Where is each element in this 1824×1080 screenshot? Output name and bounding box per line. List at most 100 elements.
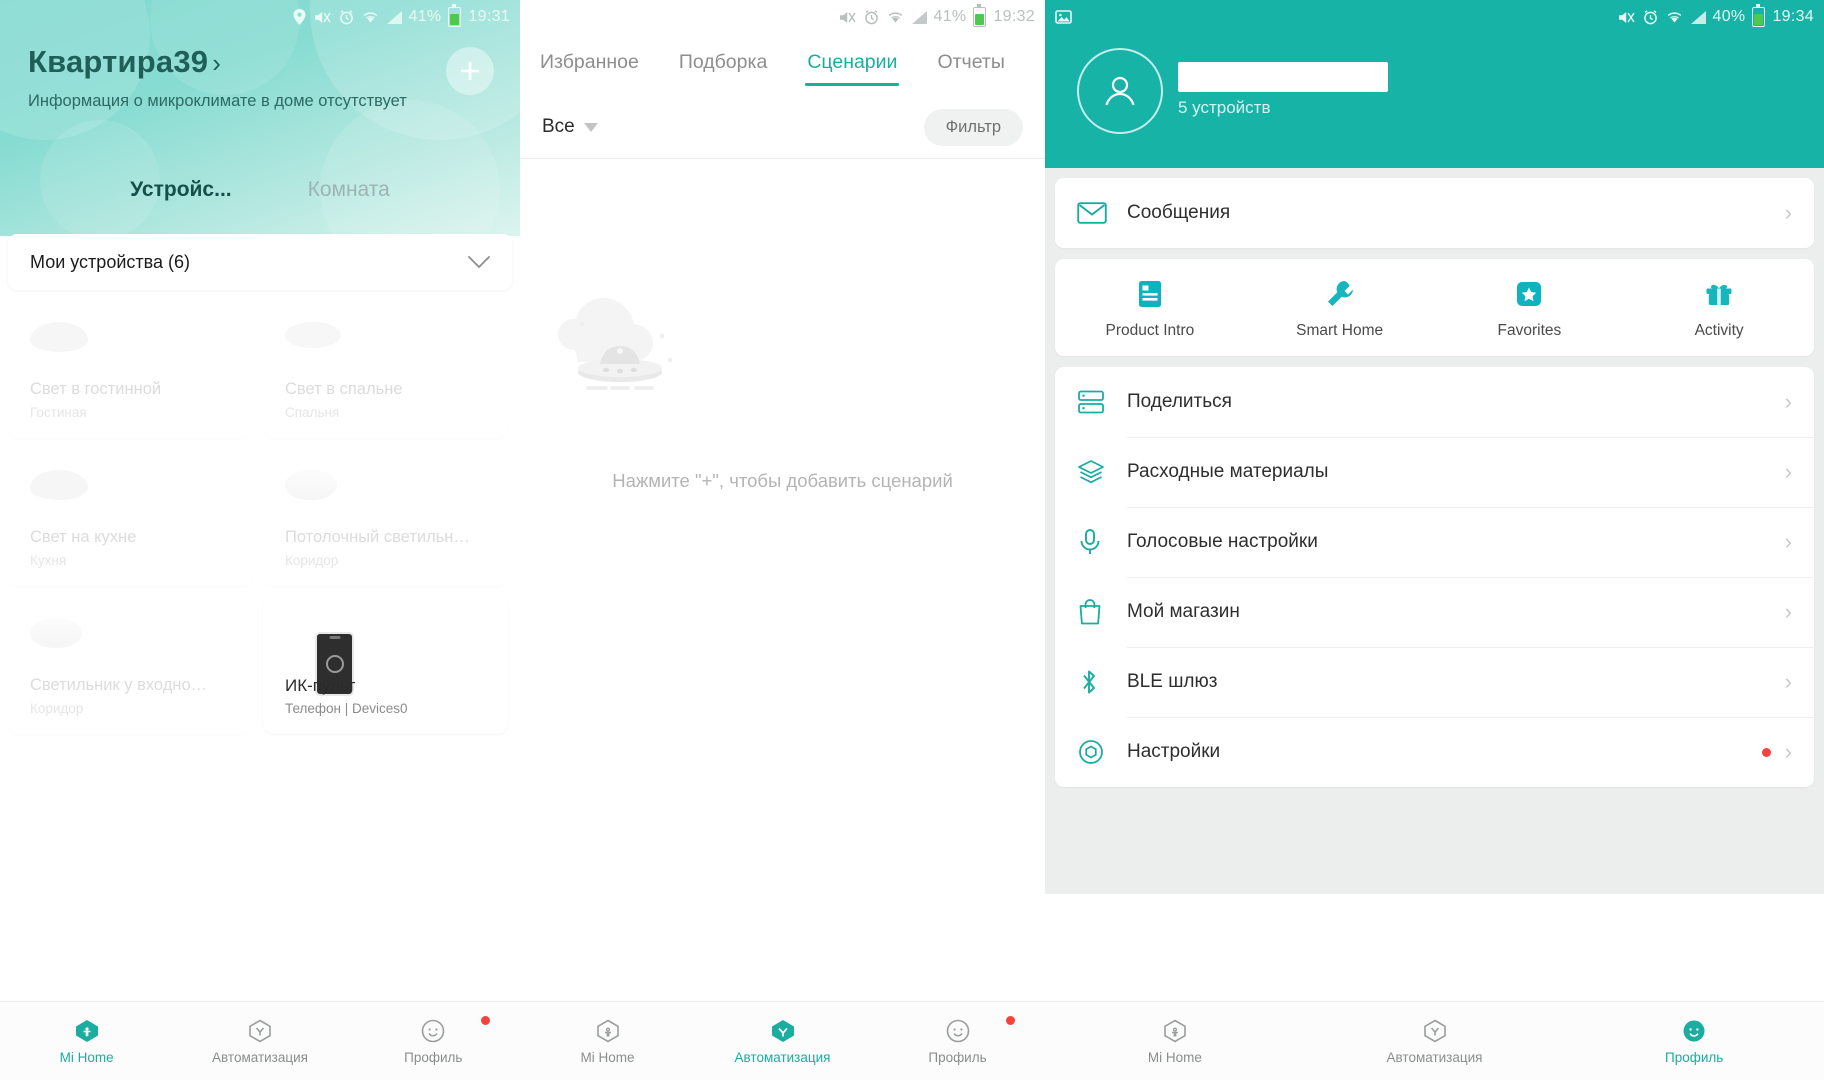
signal-icon bbox=[911, 10, 927, 24]
document-icon bbox=[1133, 277, 1167, 311]
layers-icon bbox=[1077, 459, 1119, 485]
menu-item-ble-gateway[interactable]: BLE шлюз › bbox=[1055, 647, 1814, 717]
device-room: Телефон | Devices0 bbox=[285, 701, 408, 716]
quick-action-favorites[interactable]: Favorites bbox=[1435, 277, 1625, 340]
add-device-button[interactable] bbox=[446, 47, 494, 95]
alarm-icon bbox=[1643, 9, 1658, 25]
quick-action-smart-home[interactable]: Smart Home bbox=[1245, 277, 1435, 340]
ceiling-light-icon bbox=[30, 618, 90, 652]
chevron-down-icon bbox=[468, 255, 490, 269]
scenario-filter-value: Все bbox=[542, 116, 575, 137]
signal-icon bbox=[386, 10, 402, 24]
filter-button[interactable]: Фильтр bbox=[923, 108, 1023, 146]
screenshot-root: 41% 19:31 Квартира39 › Информация о микр… bbox=[0, 0, 1824, 1080]
mute-icon bbox=[1618, 10, 1635, 25]
automation-tabs: Избранное Подборка Сценарии Отчеты bbox=[520, 34, 1045, 96]
automation-icon bbox=[770, 1018, 796, 1044]
nav-label: Автоматизация bbox=[734, 1049, 831, 1065]
nav-mi-home[interactable]: Mi Home bbox=[1045, 1018, 1305, 1065]
nav-mi-home[interactable]: Mi Home bbox=[0, 1018, 173, 1065]
automation-icon bbox=[247, 1018, 273, 1044]
nav-automation[interactable]: Автоматизация bbox=[695, 1018, 870, 1065]
avatar[interactable] bbox=[1077, 48, 1163, 134]
bag-icon bbox=[1077, 598, 1119, 626]
tab-favorites[interactable]: Избранное bbox=[538, 41, 641, 90]
quick-action-activity[interactable]: Activity bbox=[1624, 277, 1814, 340]
nav-automation[interactable]: Автоматизация bbox=[173, 1018, 346, 1065]
mail-icon bbox=[1077, 201, 1119, 225]
profile-icon bbox=[420, 1018, 446, 1044]
device-card[interactable]: Свет на кухне Кухня bbox=[8, 448, 253, 586]
tab-selection[interactable]: Подборка bbox=[677, 41, 769, 90]
menu-label: Голосовые настройки bbox=[1127, 531, 1318, 552]
alarm-icon bbox=[864, 9, 879, 25]
battery-percent: 41% bbox=[408, 8, 442, 25]
nav-mi-home[interactable]: Mi Home bbox=[520, 1018, 695, 1065]
quick-action-label: Favorites bbox=[1497, 322, 1562, 339]
device-name: Свет в гостинной bbox=[30, 380, 162, 398]
alarm-icon bbox=[339, 9, 354, 25]
nav-label: Mi Home bbox=[59, 1049, 114, 1065]
nav-automation[interactable]: Автоматизация bbox=[1305, 1018, 1565, 1065]
nav-label: Mi Home bbox=[1147, 1049, 1202, 1065]
home-icon bbox=[74, 1018, 100, 1044]
menu-label: BLE шлюз bbox=[1127, 671, 1218, 692]
device-name: Свет на кухне bbox=[30, 528, 137, 546]
panel-profile: 40% 19:34 5 устройств Сообщения › Produc… bbox=[1045, 0, 1824, 1080]
chevron-right-icon: › bbox=[1784, 529, 1792, 554]
quick-action-label: Activity bbox=[1694, 322, 1744, 339]
mic-icon bbox=[1077, 528, 1119, 556]
phone-remote-icon bbox=[285, 618, 354, 696]
menu-item-my-store[interactable]: Мой магазин › bbox=[1055, 577, 1814, 647]
tab-scenarios[interactable]: Сценарии bbox=[805, 41, 900, 90]
account-header: 5 устройств bbox=[1045, 34, 1824, 168]
home-name-button[interactable]: Квартира39 › bbox=[28, 44, 221, 80]
tab-rooms[interactable]: Комната bbox=[308, 178, 390, 202]
device-grid: Свет в гостинной Гостиная Свет в спальне… bbox=[8, 300, 512, 734]
device-card[interactable]: Потолочный светильн… Коридор bbox=[263, 448, 508, 586]
menu-item-settings[interactable]: Настройки › bbox=[1055, 717, 1814, 787]
device-group-label: Мои устройства (6) bbox=[30, 251, 190, 272]
bottom-nav: Mi Home Автоматизация Профиль bbox=[520, 1001, 1045, 1080]
empty-state-text: Нажмите "+", чтобы добавить сценарий bbox=[612, 470, 953, 491]
signal-icon bbox=[1690, 10, 1706, 24]
nav-profile[interactable]: Профиль bbox=[870, 1015, 1045, 1065]
home-name: Квартира39 bbox=[28, 44, 209, 79]
wifi-icon bbox=[887, 10, 904, 24]
quick-action-product-intro[interactable]: Product Intro bbox=[1055, 277, 1245, 340]
menu-item-messages[interactable]: Сообщения › bbox=[1055, 178, 1814, 248]
add-icon bbox=[457, 58, 483, 84]
menu-item-consumables[interactable]: Расходные материалы › bbox=[1055, 437, 1814, 507]
menu-item-voice-settings[interactable]: Голосовые настройки › bbox=[1055, 507, 1814, 577]
menu-label: Мой магазин bbox=[1127, 601, 1240, 622]
clock: 19:32 bbox=[993, 8, 1035, 25]
device-card[interactable]: Свет в спальне Спальня bbox=[263, 300, 508, 438]
device-name: Потолочный светильн… bbox=[285, 528, 470, 546]
chevron-right-icon: › bbox=[1784, 739, 1792, 764]
quick-actions: Product Intro Smart Home Favorites Activ… bbox=[1055, 259, 1814, 356]
device-name: Светильник у входно… bbox=[30, 676, 208, 694]
device-room: Спальня bbox=[285, 405, 340, 420]
scenario-filter-select[interactable]: Все bbox=[542, 116, 598, 138]
device-group-selector[interactable]: Мои устройства (6) bbox=[8, 234, 512, 290]
tab-reports[interactable]: Отчеты bbox=[935, 41, 1006, 90]
wrench-icon bbox=[1323, 277, 1357, 311]
tab-devices[interactable]: Устройс... bbox=[130, 178, 231, 202]
device-card[interactable]: ИК-пульт Телефон | Devices0 bbox=[263, 596, 508, 734]
device-card[interactable]: Светильник у входно… Коридор bbox=[8, 596, 253, 734]
battery-percent: 40% bbox=[1712, 8, 1746, 25]
person-icon bbox=[1098, 69, 1142, 113]
device-room: Коридор bbox=[285, 553, 339, 568]
device-room: Кухня bbox=[30, 553, 67, 568]
nav-profile[interactable]: Профиль bbox=[1564, 1018, 1824, 1065]
nav-profile[interactable]: Профиль bbox=[347, 1015, 520, 1065]
menu-label: Сообщения bbox=[1127, 202, 1231, 223]
chevron-right-icon: › bbox=[1784, 669, 1792, 694]
settings-list-card: Поделиться › Расходные материалы › Голос… bbox=[1055, 367, 1814, 787]
device-card[interactable]: Свет в гостинной Гостиная bbox=[8, 300, 253, 438]
device-name: ИК-пульт bbox=[285, 676, 356, 695]
bluetooth-icon bbox=[1077, 668, 1119, 696]
menu-item-share[interactable]: Поделиться › bbox=[1055, 367, 1814, 437]
empty-state: Нажмите "+", чтобы добавить сценарий bbox=[520, 280, 1045, 492]
device-name: Свет в спальне bbox=[285, 380, 403, 398]
